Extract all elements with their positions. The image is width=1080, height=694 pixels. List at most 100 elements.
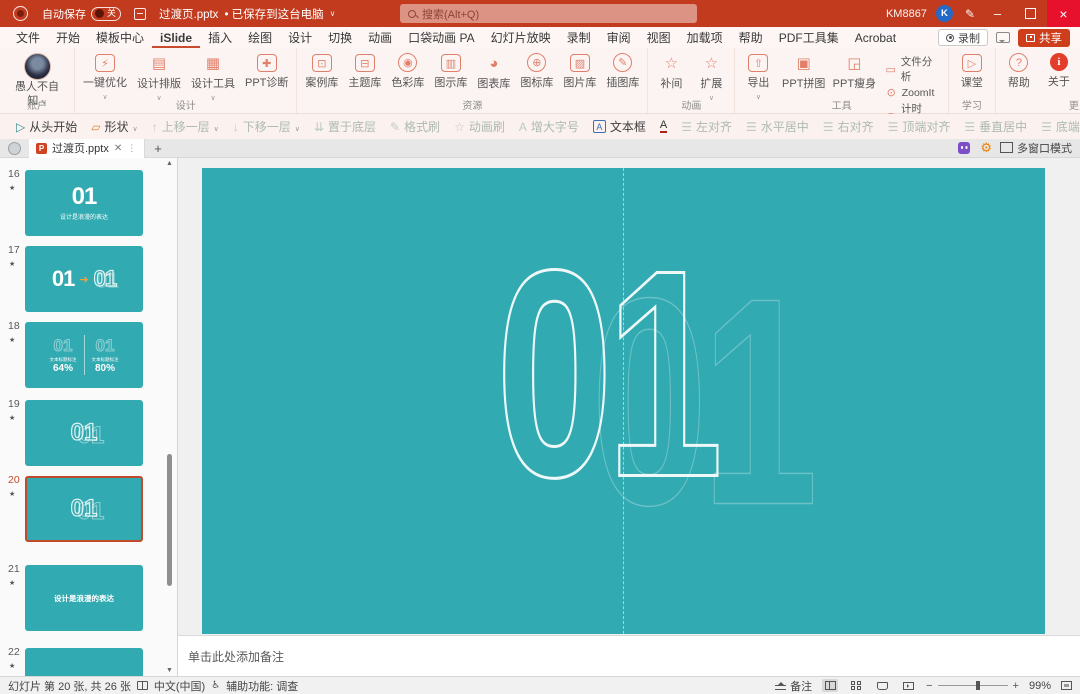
document-tab[interactable]: P 过渡页.pptx ✕ ⋮ (29, 139, 145, 158)
pen-icon[interactable]: ✎ (965, 7, 975, 21)
slide-thumbnail-21[interactable]: 设计是浪漫的表达 (25, 565, 143, 631)
send-backward-button[interactable]: ↓ 下移一层 (227, 117, 306, 137)
normal-view-button[interactable] (822, 679, 838, 692)
animation-painter-button[interactable]: ☆ 动画刷 (448, 117, 511, 137)
zoom-in-button[interactable]: + (1013, 680, 1019, 692)
tab-pocket-animation[interactable]: 口袋动画 PA (400, 27, 482, 48)
design-layout-button[interactable]: ▤ 设计排版 (137, 53, 181, 103)
align-middle-button[interactable]: ☰ 垂直居中 (958, 117, 1033, 137)
slide-thumbnail-20-selected[interactable]: 01 01 (25, 476, 143, 542)
picture-library-button[interactable]: ▨ 图片库 (563, 53, 596, 91)
slide-thumbnail-19[interactable]: 01 01 (25, 400, 143, 466)
design-tools-button[interactable]: ▦ 设计工具 (191, 53, 235, 103)
tab-acrobat[interactable]: Acrobat (847, 27, 904, 48)
align-right-button[interactable]: ☰ 右对齐 (817, 117, 880, 137)
color-library-button[interactable]: ◉ 色彩库 (391, 53, 424, 91)
slide-thumbnail-22[interactable]: “ 设计 — (25, 648, 143, 676)
new-tab-button[interactable]: + (145, 141, 171, 156)
tab-file[interactable]: 文件 (8, 27, 48, 48)
extend-button[interactable]: ☆ 扩展 (696, 53, 726, 103)
multi-window-mode-button[interactable]: 多窗口模式 (1002, 140, 1072, 156)
avatar[interactable]: K (936, 5, 953, 22)
increase-font-button[interactable]: A 增大字号 (513, 117, 585, 137)
autosave-switch[interactable]: 关 (91, 7, 121, 21)
format-painter-button[interactable]: ✎ 格式刷 (384, 117, 446, 137)
tab-draw[interactable]: 绘图 (240, 27, 280, 48)
save-icon[interactable] (134, 8, 146, 20)
tab-template-center[interactable]: 模板中心 (88, 27, 152, 48)
align-left-button[interactable]: ☰ 左对齐 (675, 117, 738, 137)
file-analysis-button[interactable]: ▭ 文件分析 (885, 54, 940, 84)
illustration-library-button[interactable]: ✎ 插图库 (606, 53, 639, 91)
maximize-button[interactable] (1014, 0, 1047, 27)
theme-library-button[interactable]: ⊟ 主题库 (348, 53, 381, 91)
tab-review[interactable]: 审阅 (599, 27, 639, 48)
current-slide[interactable]: 01 01 (202, 168, 1045, 634)
tab-slideshow[interactable]: 幻灯片放映 (483, 27, 559, 48)
tab-view[interactable]: 视图 (639, 27, 679, 48)
one-click-optimize-button[interactable]: ⚡ 一键优化 (83, 53, 127, 103)
chart-library-button[interactable]: ◕ 图表库 (477, 53, 510, 91)
reading-view-button[interactable] (874, 679, 890, 692)
search-input[interactable]: 搜索(Alt+Q) (400, 4, 697, 23)
case-library-button[interactable]: ⊡ 案例库 (305, 53, 338, 91)
workspace-icon[interactable] (8, 142, 21, 155)
slide-main-number[interactable]: 01 (495, 227, 715, 522)
align-top-button[interactable]: ☰ 顶端对齐 (882, 117, 957, 137)
slideshow-view-button[interactable] (900, 679, 916, 692)
document-title[interactable]: 过渡页.pptx • 已保存到这台电脑 ∨ (159, 6, 336, 22)
comments-icon[interactable] (996, 32, 1010, 43)
language-label[interactable]: 中文(中国) (154, 678, 205, 694)
help-button[interactable]: ? 帮助 (1004, 53, 1034, 100)
tab-menu-icon[interactable]: ⋮ (127, 143, 137, 154)
minimize-button[interactable]: – (981, 0, 1014, 27)
shapes-button[interactable]: ▱ 形状 (85, 117, 143, 137)
tab-insert[interactable]: 插入 (200, 27, 240, 48)
zoom-slider-thumb[interactable] (976, 681, 980, 690)
tab-pdf-tools[interactable]: PDF工具集 (771, 27, 847, 48)
app-icon[interactable] (13, 6, 28, 21)
autosave-toggle[interactable]: 自动保存 关 (42, 6, 121, 22)
tween-button[interactable]: ☆ 补间 (656, 53, 686, 103)
accessibility-status[interactable]: 辅助功能: 调查 (226, 678, 298, 694)
tab-animations[interactable]: 动画 (360, 27, 400, 48)
tab-help[interactable]: 帮助 (731, 27, 771, 48)
scroll-down-icon[interactable]: ▼ (166, 667, 173, 674)
scroll-up-icon[interactable]: ▲ (166, 160, 173, 167)
gear-icon[interactable]: ⚙ (980, 140, 992, 156)
assistant-robot-icon[interactable] (958, 142, 970, 154)
slide-thumbnail-18[interactable]: 01 文本标题标注 64% 01 文本标题标注 80% (25, 322, 143, 388)
bring-forward-button[interactable]: ↑ 上移一层 (146, 117, 225, 137)
panel-scrollbar[interactable]: ▲ ▼ (166, 158, 174, 676)
align-center-button[interactable]: ☰ 水平居中 (740, 117, 815, 137)
start-from-beginning-button[interactable]: ▷ 从头开始 (10, 117, 83, 137)
align-bottom-button[interactable]: ☰ 底端对齐 (1035, 117, 1080, 137)
fit-to-window-icon[interactable] (1061, 681, 1072, 690)
close-tab-icon[interactable]: ✕ (114, 143, 122, 154)
textbox-button[interactable]: A 文本框 (587, 117, 652, 137)
zoom-slider[interactable] (938, 685, 1008, 686)
tab-home[interactable]: 开始 (48, 27, 88, 48)
scrollbar-thumb[interactable] (167, 454, 172, 586)
tab-transitions[interactable]: 切换 (320, 27, 360, 48)
zoom-level[interactable]: 99% (1029, 680, 1051, 692)
tab-record[interactable]: 录制 (559, 27, 599, 48)
tab-design[interactable]: 设计 (280, 27, 320, 48)
notes-pane[interactable]: 单击此处添加备注 (178, 635, 1080, 676)
ppt-diagnose-button[interactable]: ✚ PPT诊断 (245, 53, 288, 103)
diagram-library-button[interactable]: ▥ 图示库 (434, 53, 467, 91)
about-button[interactable]: i 关于 (1044, 53, 1074, 100)
tab-addins[interactable]: 加载项 (679, 27, 731, 48)
zoom-out-button[interactable]: − (926, 680, 932, 692)
share-button[interactable]: 共享 (1018, 29, 1070, 47)
slide-sorter-view-button[interactable] (848, 679, 864, 692)
record-button[interactable]: 录制 (938, 29, 988, 46)
slide-thumbnail-17[interactable]: 01 ➔ 01 (25, 246, 143, 312)
tab-islide[interactable]: iSlide (152, 27, 200, 48)
font-color-button[interactable]: A (654, 117, 673, 137)
slide-thumbnail-16[interactable]: 01 设计是浪漫的表达 (25, 170, 143, 236)
close-button[interactable]: × (1047, 0, 1080, 27)
icon-library-button[interactable]: ⊕ 图标库 (520, 53, 553, 91)
classroom-button[interactable]: ▷ 课堂 (957, 53, 987, 90)
send-to-back-button[interactable]: ⇊ 置于底层 (308, 117, 382, 137)
